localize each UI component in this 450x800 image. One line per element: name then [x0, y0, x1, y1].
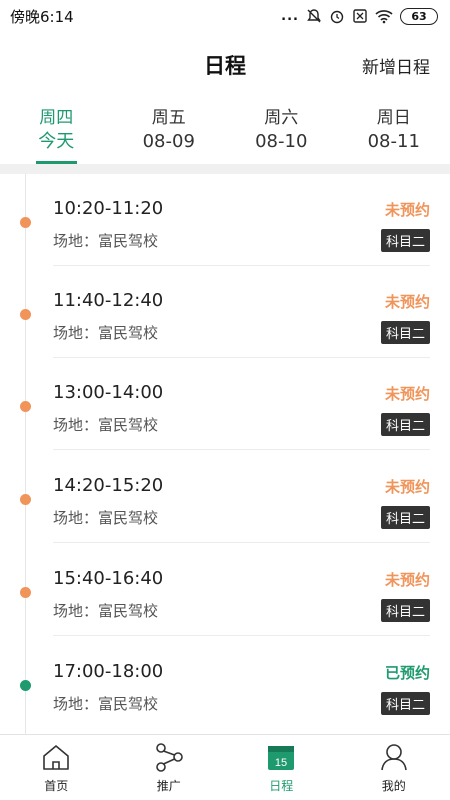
slot-venue: 场地：富民驾校 [53, 232, 159, 250]
slot-time: 17:00-18:00 [53, 661, 164, 682]
tab-promote[interactable]: 推广 [113, 735, 226, 800]
subject-badge: 科目二 [380, 229, 430, 252]
slot-time: 15:40-16:40 [53, 568, 164, 589]
slot-venue: 场地：富民驾校 [53, 416, 159, 434]
schedule-item[interactable]: 10:20-11:20 场地：富民驾校 未预约 科目二 [0, 174, 450, 266]
tab-day-sunday[interactable]: 周日 08-11 [338, 106, 450, 162]
timeline-dot [20, 587, 31, 598]
slot-venue: 场地：富民驾校 [53, 695, 159, 713]
tab-day-friday[interactable]: 周五 08-09 [113, 106, 226, 162]
tab-label: 日程 [269, 779, 294, 793]
tab-date: 08-09 [142, 131, 195, 152]
tab-weekday: 周日 [376, 108, 411, 128]
booking-status: 已预约 [384, 664, 430, 682]
tab-weekday: 周六 [264, 108, 299, 128]
booking-status: 未预约 [384, 385, 430, 403]
timeline-dot [20, 680, 31, 691]
slot-time: 14:20-15:20 [53, 475, 164, 496]
status-bar: 傍晚6:14 ... 63 [0, 0, 450, 32]
wifi-icon [375, 10, 393, 24]
slot-time: 10:20-11:20 [53, 198, 164, 219]
schedule-item[interactable]: 15:40-16:40 场地：富民驾校 未预约 科目二 [0, 544, 450, 636]
mute-icon [307, 9, 321, 23]
alarm-icon [330, 10, 344, 24]
row-divider [53, 542, 430, 543]
schedule-item[interactable]: 14:20-15:20 场地：富民驾校 未预约 科目二 [0, 451, 450, 543]
bottom-tab-bar: 首页 推广 15 日程 我的 [0, 734, 450, 800]
timeline-dot [20, 494, 31, 505]
tab-schedule[interactable]: 15 日程 [225, 735, 338, 800]
tab-date: 今天 [38, 131, 75, 152]
slot-venue: 场地：富民驾校 [53, 509, 159, 527]
subject-badge: 科目二 [380, 506, 430, 529]
calendar-icon: 15 [268, 746, 295, 770]
tab-home[interactable]: 首页 [0, 735, 113, 800]
tab-weekday: 周四 [39, 108, 74, 128]
nav-bar: 日程 新增日程 [0, 32, 450, 96]
subject-badge: 科目二 [380, 321, 430, 344]
slot-time: 13:00-14:00 [53, 382, 164, 403]
tab-label: 我的 [381, 779, 406, 793]
row-divider [53, 449, 430, 450]
booking-status: 未预约 [384, 201, 430, 219]
booking-status: 未预约 [384, 293, 430, 311]
subject-badge: 科目二 [380, 599, 430, 622]
slot-venue: 场地：富民驾校 [53, 602, 159, 620]
subject-badge: 科目二 [380, 413, 430, 436]
more-dots-icon: ... [281, 8, 299, 24]
share-icon [155, 743, 183, 772]
timeline-dot [20, 217, 31, 228]
timeline-dot [20, 309, 31, 320]
home-icon [43, 745, 70, 770]
slot-time: 11:40-12:40 [53, 290, 164, 311]
sim-off-icon [353, 9, 367, 23]
status-time: 傍晚6:14 [10, 7, 74, 26]
row-divider [53, 635, 430, 636]
user-icon [380, 744, 407, 771]
booking-status: 未预约 [384, 478, 430, 496]
section-divider [0, 164, 450, 174]
schedule-list[interactable]: 10:20-11:20 场地：富民驾校 未预约 科目二 11:40-12:40 … [0, 174, 450, 734]
slot-venue: 场地：富民驾校 [53, 324, 159, 342]
tab-day-thursday[interactable]: 周四 今天 [0, 106, 113, 164]
subject-badge: 科目二 [380, 692, 430, 715]
schedule-item[interactable]: 11:40-12:40 场地：富民驾校 未预约 科目二 [0, 266, 450, 358]
tab-day-saturday[interactable]: 周六 08-10 [225, 106, 338, 162]
tab-mine[interactable]: 我的 [338, 735, 450, 800]
tab-label: 首页 [44, 779, 69, 793]
booking-status: 未预约 [384, 571, 430, 589]
calendar-date-text: 15 [275, 757, 287, 769]
tab-date: 08-11 [367, 131, 420, 152]
status-icons: ... 63 [281, 7, 438, 25]
battery-icon: 63 [400, 7, 438, 25]
timeline-dot [20, 401, 31, 412]
tab-label: 推广 [156, 779, 181, 793]
add-schedule-button[interactable]: 新增日程 [362, 53, 430, 78]
schedule-item[interactable]: 17:00-18:00 场地：富民驾校 已预约 科目二 [0, 637, 450, 729]
schedule-item[interactable]: 13:00-14:00 场地：富民驾校 未预约 科目二 [0, 358, 450, 450]
tab-date: 08-10 [255, 131, 308, 152]
tab-weekday: 周五 [151, 108, 186, 128]
week-tabs: 周四 今天 周五 08-09 周六 08-10 周日 08-11 [0, 106, 450, 164]
